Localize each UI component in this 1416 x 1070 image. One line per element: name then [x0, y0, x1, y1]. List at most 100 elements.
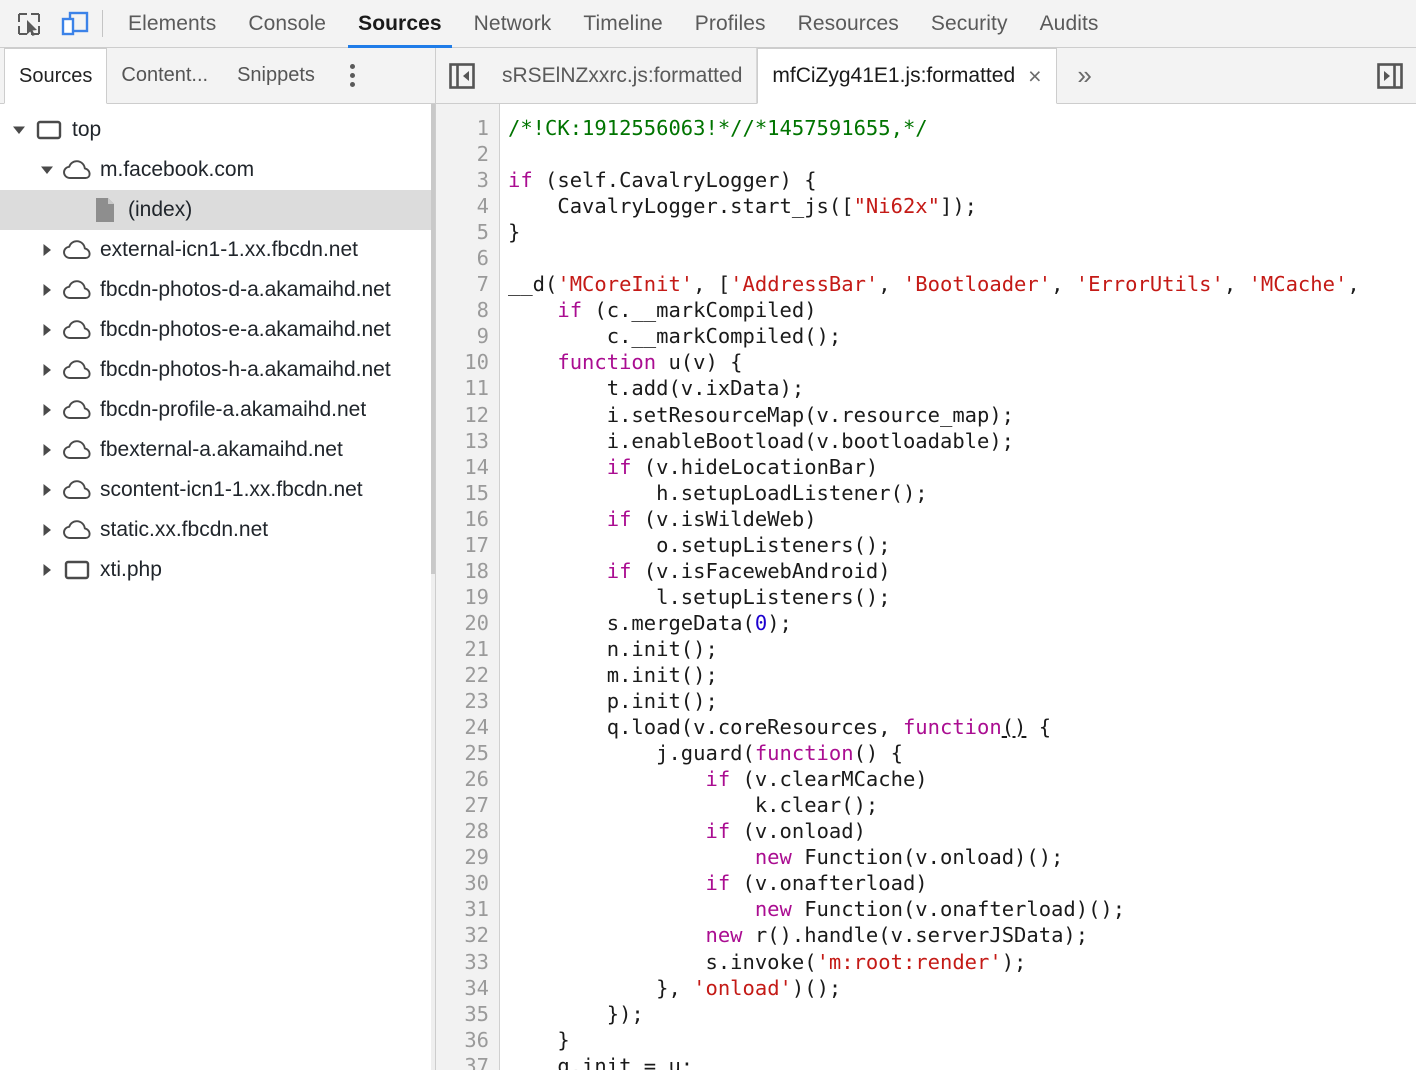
code-line[interactable]: j.guard(function() { — [508, 740, 1416, 766]
code-line[interactable]: }); — [508, 1001, 1416, 1027]
line-number[interactable]: 31 — [436, 896, 489, 922]
line-number[interactable]: 5 — [436, 219, 489, 245]
navigator-tab-snippets[interactable]: Snippets — [223, 48, 330, 103]
file-tree-row[interactable]: external-icn1-1.xx.fbcdn.net — [0, 230, 435, 270]
tab-elements[interactable]: Elements — [112, 0, 232, 47]
tab-resources[interactable]: Resources — [782, 0, 915, 47]
code-line[interactable]: s.invoke('m:root:render'); — [508, 949, 1416, 975]
line-number[interactable]: 1 — [436, 115, 489, 141]
code-line[interactable]: h.setupLoadListener(); — [508, 480, 1416, 506]
collapse-navigator-icon[interactable] — [436, 48, 488, 103]
tab-audits[interactable]: Audits — [1024, 0, 1115, 47]
line-number[interactable]: 20 — [436, 610, 489, 636]
line-number[interactable]: 15 — [436, 480, 489, 506]
line-number[interactable]: 24 — [436, 714, 489, 740]
code-line[interactable]: i.setResourceMap(v.resource_map); — [508, 402, 1416, 428]
line-number[interactable]: 7 — [436, 271, 489, 297]
code-line[interactable]: function u(v) { — [508, 349, 1416, 375]
line-number[interactable]: 33 — [436, 949, 489, 975]
file-tree[interactable]: top m.facebook.com (index) external-icn1-1.… — [0, 104, 435, 1070]
device-toolbar-icon[interactable] — [52, 0, 98, 47]
tab-console[interactable]: Console — [232, 0, 342, 47]
line-number[interactable]: 12 — [436, 402, 489, 428]
file-tree-row[interactable]: fbcdn-profile-a.akamaihd.net — [0, 390, 435, 430]
file-tree-row[interactable]: fbcdn-photos-d-a.akamaihd.net — [0, 270, 435, 310]
tab-security[interactable]: Security — [915, 0, 1024, 47]
navigator-scrollbar[interactable] — [431, 104, 435, 1070]
file-tree-row[interactable]: fbcdn-photos-e-a.akamaihd.net — [0, 310, 435, 350]
navigator-tab-content-scripts[interactable]: Content... — [107, 48, 223, 103]
code-line[interactable]: q.load(v.coreResources, function() { — [508, 714, 1416, 740]
line-number[interactable]: 10 — [436, 349, 489, 375]
line-number[interactable]: 9 — [436, 323, 489, 349]
line-number[interactable]: 27 — [436, 792, 489, 818]
chevron-right-icon[interactable] — [34, 482, 60, 498]
chevron-right-icon[interactable] — [34, 242, 60, 258]
line-number[interactable]: 8 — [436, 297, 489, 323]
code-line[interactable]: new r().handle(v.serverJSData); — [508, 922, 1416, 948]
code-line[interactable] — [508, 141, 1416, 167]
code-line[interactable]: CavalryLogger.start_js(["Ni62x"]); — [508, 193, 1416, 219]
code-line[interactable]: } — [508, 219, 1416, 245]
line-number[interactable]: 22 — [436, 662, 489, 688]
chevron-right-icon[interactable] — [34, 442, 60, 458]
code-line[interactable]: m.init(); — [508, 662, 1416, 688]
line-number[interactable]: 18 — [436, 558, 489, 584]
code-line[interactable]: p.init(); — [508, 688, 1416, 714]
line-number[interactable]: 3 — [436, 167, 489, 193]
line-number[interactable]: 32 — [436, 922, 489, 948]
line-number[interactable]: 19 — [436, 584, 489, 610]
chevron-down-icon[interactable] — [6, 122, 32, 138]
chevron-right-icon[interactable] — [34, 322, 60, 338]
file-tree-row[interactable]: fbcdn-photos-h-a.akamaihd.net — [0, 350, 435, 390]
code-line[interactable]: k.clear(); — [508, 792, 1416, 818]
code-line[interactable]: __d('MCoreInit', ['AddressBar', 'Bootloa… — [508, 271, 1416, 297]
file-tree-row[interactable]: fbexternal-a.akamaihd.net — [0, 430, 435, 470]
code-line[interactable]: } — [508, 1027, 1416, 1053]
code-line[interactable]: new Function(v.onafterload)(); — [508, 896, 1416, 922]
code-line[interactable]: c.__markCompiled(); — [508, 323, 1416, 349]
code-line[interactable]: n.init(); — [508, 636, 1416, 662]
code-line[interactable]: if (v.isWildeWeb) — [508, 506, 1416, 532]
line-number[interactable]: 13 — [436, 428, 489, 454]
inspect-element-icon[interactable] — [6, 0, 52, 47]
chevron-right-icon[interactable] — [34, 402, 60, 418]
tab-profiles[interactable]: Profiles — [679, 0, 782, 47]
expand-sidebar-icon[interactable] — [1364, 48, 1416, 103]
code-line[interactable]: /*!CK:1912556063!*//*1457591655,*/ — [508, 115, 1416, 141]
line-number[interactable]: 23 — [436, 688, 489, 714]
file-tree-row[interactable]: xti.php — [0, 550, 435, 590]
file-tree-row[interactable]: m.facebook.com — [0, 150, 435, 190]
line-number[interactable]: 34 — [436, 975, 489, 1001]
code-line[interactable]: if (v.hideLocationBar) — [508, 454, 1416, 480]
chevron-right-icon[interactable] — [34, 562, 60, 578]
file-tree-row[interactable]: static.xx.fbcdn.net — [0, 510, 435, 550]
code-line[interactable]: new Function(v.onload)(); — [508, 844, 1416, 870]
chevron-right-icon[interactable] — [34, 282, 60, 298]
line-number[interactable]: 28 — [436, 818, 489, 844]
code-line[interactable]: if (c.__markCompiled) — [508, 297, 1416, 323]
line-number[interactable]: 37 — [436, 1053, 489, 1070]
code-line[interactable] — [508, 245, 1416, 271]
code-line[interactable]: o.setupListeners(); — [508, 532, 1416, 558]
line-number[interactable]: 16 — [436, 506, 489, 532]
line-number[interactable]: 35 — [436, 1001, 489, 1027]
file-tree-row[interactable]: scontent-icn1-1.xx.fbcdn.net — [0, 470, 435, 510]
line-number[interactable]: 36 — [436, 1027, 489, 1053]
line-number[interactable]: 2 — [436, 141, 489, 167]
code-content[interactable]: /*!CK:1912556063!*//*1457591655,*/ if (se… — [500, 104, 1416, 1070]
close-icon[interactable]: × — [1028, 64, 1041, 88]
line-number[interactable]: 21 — [436, 636, 489, 662]
code-line[interactable]: }, 'onload')(); — [508, 975, 1416, 1001]
tab-network[interactable]: Network — [458, 0, 568, 47]
chevron-right-icon[interactable] — [34, 362, 60, 378]
line-number[interactable]: 30 — [436, 870, 489, 896]
tab-overflow-button[interactable]: » — [1057, 48, 1113, 103]
code-line[interactable]: if (v.isFacewebAndroid) — [508, 558, 1416, 584]
code-line[interactable]: i.enableBootload(v.bootloadable); — [508, 428, 1416, 454]
tab-timeline[interactable]: Timeline — [567, 0, 678, 47]
line-number[interactable]: 25 — [436, 740, 489, 766]
code-line[interactable]: if (v.clearMCache) — [508, 766, 1416, 792]
line-number[interactable]: 29 — [436, 844, 489, 870]
code-line[interactable]: if (v.onload) — [508, 818, 1416, 844]
